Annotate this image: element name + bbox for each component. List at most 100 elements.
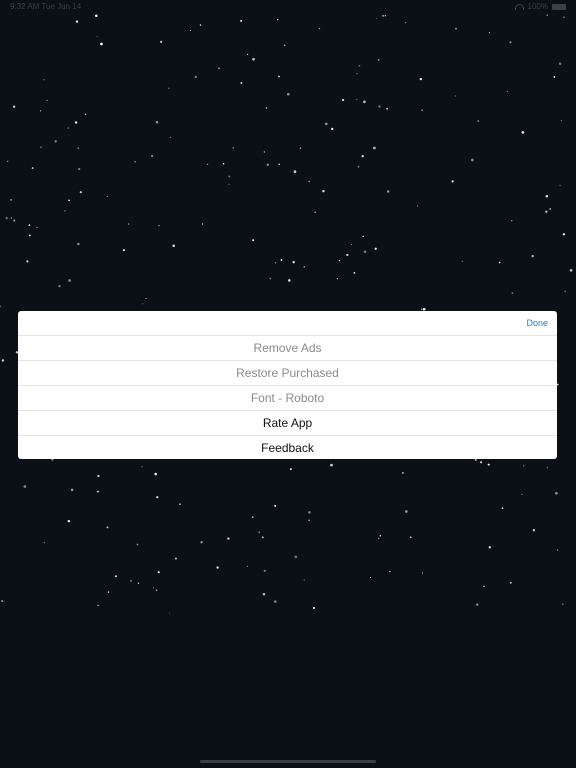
sheet-header: Done	[18, 311, 557, 336]
star	[107, 591, 110, 593]
star	[7, 160, 9, 162]
battery-percent: 100%	[527, 2, 548, 11]
star	[246, 565, 249, 568]
star	[10, 198, 13, 201]
star	[378, 537, 380, 540]
star	[521, 493, 523, 496]
star	[382, 14, 385, 17]
menu-item-feedback[interactable]: Feedback	[18, 436, 557, 459]
app-screen: 9:32 AM Tue Jun 14 100% Done Remove Ads …	[0, 0, 576, 768]
star	[562, 233, 566, 236]
star	[553, 75, 556, 78]
star	[194, 75, 197, 79]
home-indicator[interactable]	[200, 760, 376, 763]
star	[341, 98, 345, 102]
star	[96, 35, 98, 37]
star	[206, 163, 209, 166]
star	[303, 579, 305, 581]
star	[97, 474, 100, 478]
star	[222, 163, 225, 165]
star	[137, 582, 140, 584]
star	[169, 136, 171, 138]
star	[134, 160, 136, 163]
star	[531, 254, 534, 258]
menu-item-rate-app[interactable]: Rate App	[18, 411, 557, 436]
star	[174, 557, 177, 560]
star	[487, 463, 490, 466]
star	[280, 259, 283, 261]
star	[157, 571, 160, 574]
star	[363, 100, 366, 104]
star	[227, 537, 230, 540]
star	[289, 468, 292, 471]
star	[154, 472, 157, 476]
star	[240, 81, 243, 85]
star	[523, 465, 525, 467]
star	[269, 277, 272, 280]
star	[106, 195, 108, 197]
star	[545, 194, 549, 198]
star	[265, 106, 268, 109]
star	[545, 210, 548, 213]
star	[145, 297, 147, 300]
star	[43, 542, 45, 544]
star	[158, 224, 160, 227]
menu-item-font[interactable]: Font - Roboto	[18, 386, 557, 411]
star	[559, 184, 561, 186]
star	[5, 216, 8, 220]
menu-item-remove-ads[interactable]: Remove Ads	[18, 336, 557, 361]
star	[77, 147, 80, 150]
star	[384, 15, 387, 17]
star	[54, 140, 57, 143]
star	[64, 210, 66, 212]
star	[97, 604, 99, 607]
star	[562, 603, 564, 605]
star	[386, 190, 390, 193]
star	[363, 250, 367, 254]
menu-item-restore-purchased[interactable]: Restore Purchased	[18, 361, 557, 386]
star	[556, 549, 559, 551]
star	[299, 147, 301, 149]
star	[40, 146, 42, 148]
star	[532, 529, 536, 532]
star	[200, 541, 203, 544]
star	[421, 109, 423, 111]
star	[555, 491, 558, 495]
star	[461, 260, 463, 262]
star	[510, 219, 513, 222]
star	[356, 73, 358, 75]
star	[189, 29, 191, 32]
star	[84, 113, 87, 116]
star	[159, 40, 163, 44]
star	[178, 503, 181, 506]
star	[314, 211, 316, 213]
star	[228, 183, 230, 185]
star	[422, 572, 424, 574]
star	[252, 57, 255, 61]
star	[358, 64, 361, 67]
star	[336, 278, 338, 280]
wifi-icon	[514, 3, 524, 10]
star	[199, 24, 202, 26]
star	[58, 284, 61, 288]
star	[122, 248, 126, 252]
star	[409, 536, 412, 539]
star	[130, 580, 132, 582]
star	[474, 458, 477, 461]
star	[401, 471, 404, 474]
star	[278, 75, 280, 78]
star	[549, 208, 552, 210]
star	[1, 359, 5, 362]
star	[23, 485, 27, 488]
star	[142, 303, 144, 305]
star	[68, 199, 70, 202]
star	[370, 576, 372, 579]
star	[488, 546, 492, 549]
star	[331, 127, 334, 131]
battery-icon	[552, 3, 566, 10]
done-button[interactable]: Done	[526, 318, 548, 328]
star	[263, 569, 266, 572]
star	[78, 167, 81, 171]
star	[386, 107, 389, 110]
star	[67, 519, 71, 523]
